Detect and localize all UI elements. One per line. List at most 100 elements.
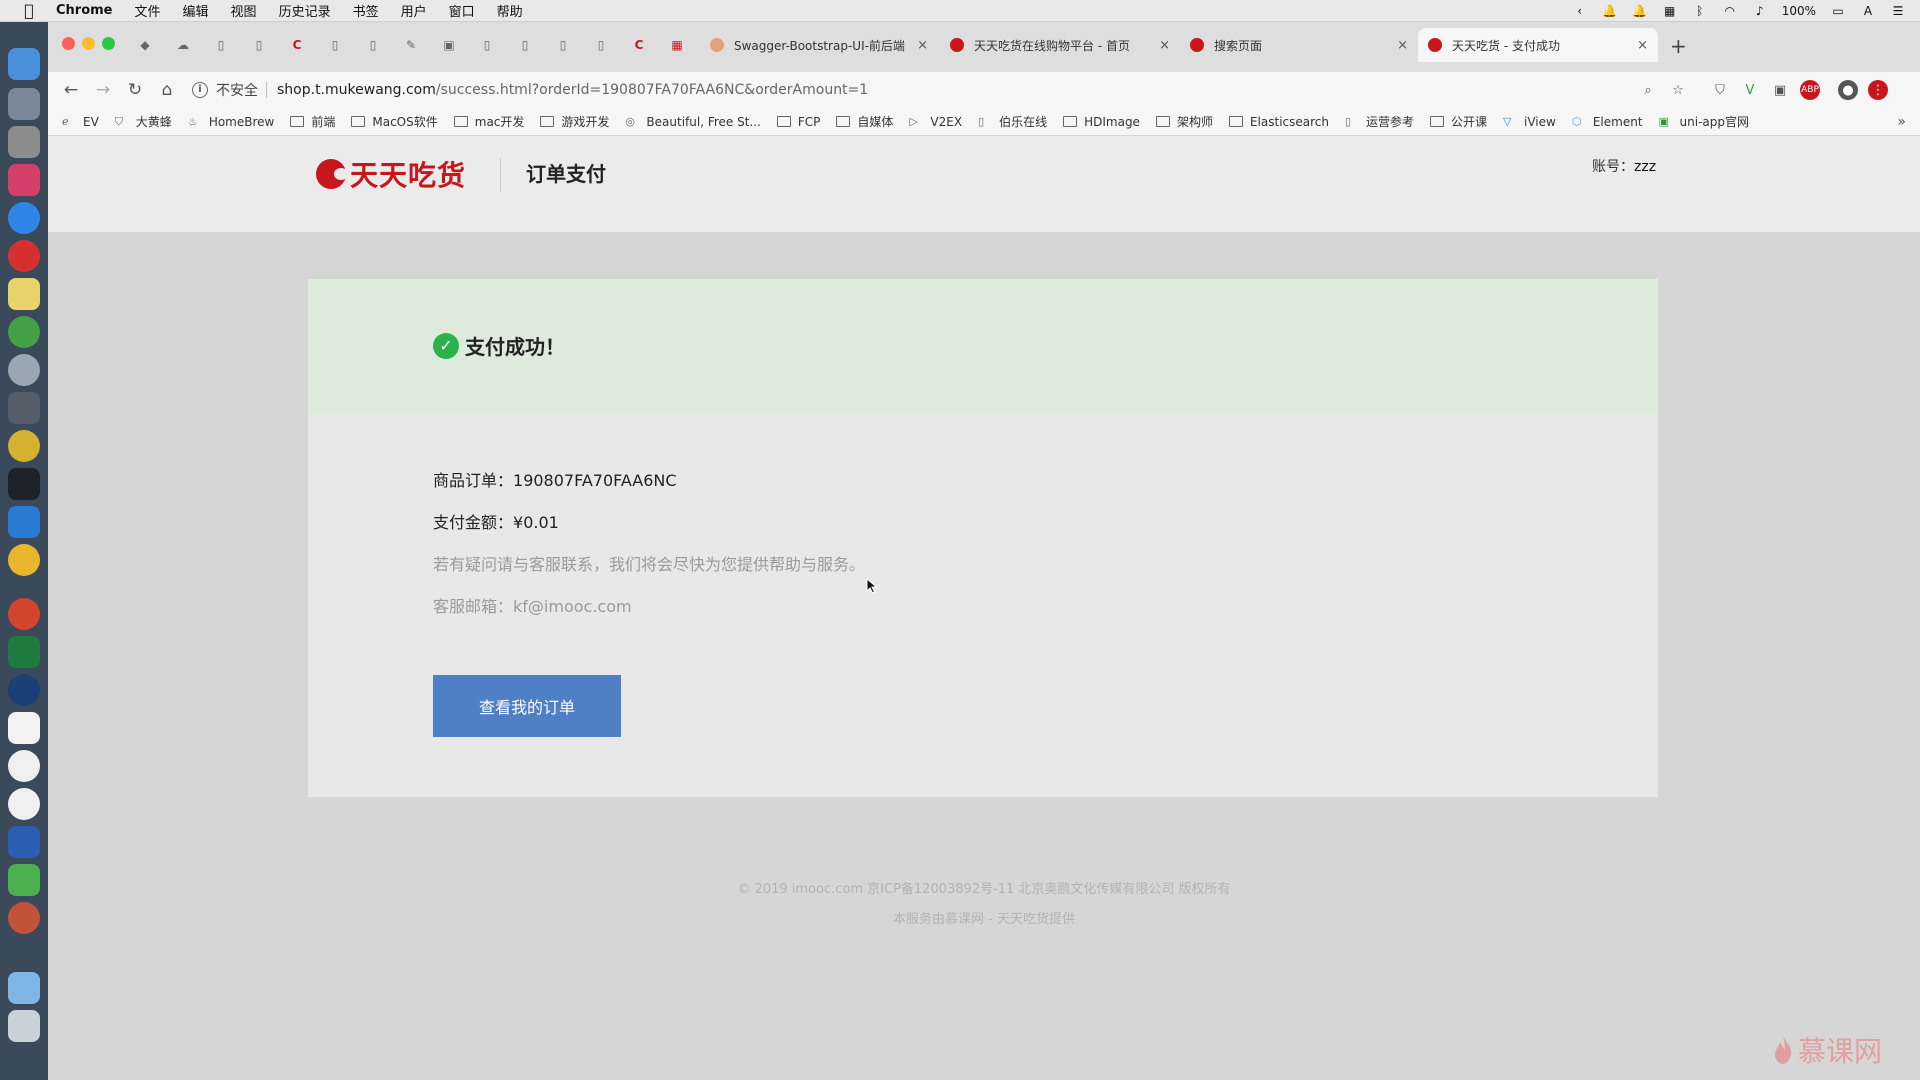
volume-icon[interactable]: ♪ xyxy=(1752,4,1768,18)
update-menu-icon[interactable]: ⋮ xyxy=(1868,80,1888,100)
minimize-window-button[interactable] xyxy=(82,37,95,50)
play-app-icon[interactable] xyxy=(8,864,40,896)
bookmark-uniapp[interactable]: ▣ uni-app官网 xyxy=(1659,113,1749,130)
word-icon[interactable] xyxy=(8,826,40,858)
new-tab-button[interactable]: + xyxy=(1670,34,1687,58)
tab-shop-home[interactable]: 天天吃货在线购物平台 - 首页 × xyxy=(940,28,1180,62)
extension-puzzle-icon[interactable]: ▣ xyxy=(1770,80,1790,100)
activity-monitor-icon[interactable] xyxy=(8,392,40,424)
bookmark-element[interactable]: ⬡ Element xyxy=(1572,115,1643,129)
excel-icon[interactable] xyxy=(8,636,40,668)
shield-extension-icon[interactable]: ⛉ xyxy=(1710,80,1730,100)
apple-menu-icon[interactable]:  xyxy=(20,1,38,20)
vscode-icon[interactable] xyxy=(8,506,40,538)
pinned-tab-doc-icon[interactable]: ▯ xyxy=(354,35,392,55)
profile-avatar-icon[interactable]: ● xyxy=(1838,80,1858,100)
bookmark-hdimage[interactable]: HDImage xyxy=(1063,115,1140,129)
menu-view[interactable]: 视图 xyxy=(231,1,257,20)
bookmark-beautiful[interactable]: ◎ Beautiful, Free St... xyxy=(625,115,760,129)
bookmark-jobbole[interactable]: ▯ 伯乐在线 xyxy=(978,113,1047,130)
tab-swagger[interactable]: Swagger-Bootstrap-UI-前后端 × xyxy=(700,28,938,62)
pinned-tab-bookmark-icon[interactable]: ◆ xyxy=(126,35,164,55)
notification-icon[interactable]: 🔔 xyxy=(1632,4,1648,18)
wifi-icon[interactable]: ◠ xyxy=(1722,4,1738,18)
site-info-icon[interactable]: i xyxy=(192,82,208,98)
menu-people[interactable]: 用户 xyxy=(401,1,427,20)
ultraedit-icon[interactable] xyxy=(8,430,40,462)
tab-search[interactable]: 搜索页面 × xyxy=(1180,28,1418,62)
powerpoint-icon[interactable] xyxy=(8,598,40,630)
app-store-icon[interactable] xyxy=(8,202,40,234)
reload-icon[interactable]: ↻ xyxy=(122,77,148,103)
keynote-icon[interactable] xyxy=(8,712,40,744)
pinned-tab-doc-icon[interactable]: ▯ xyxy=(582,35,620,55)
control-list-icon[interactable]: ☰ xyxy=(1890,4,1906,18)
mail-app-icon[interactable] xyxy=(8,240,40,272)
bookmark-frontend[interactable]: 前端 xyxy=(290,113,335,130)
pinned-tab-lock-icon[interactable]: ▣ xyxy=(430,35,468,55)
color-app-icon[interactable] xyxy=(8,902,40,934)
menu-bookmarks[interactable]: 书签 xyxy=(353,1,379,20)
bookmark-fcp[interactable]: FCP xyxy=(776,115,820,129)
menu-help[interactable]: 帮助 xyxy=(497,1,523,20)
battery-icon[interactable]: ▭ xyxy=(1830,4,1846,18)
pinned-tab-doc-icon[interactable]: ▯ xyxy=(202,35,240,55)
bookmark-homebrew[interactable]: ♨ HomeBrew xyxy=(188,115,275,129)
bookmark-operations[interactable]: ▯ 运营参考 xyxy=(1345,113,1414,130)
bookmark-ev[interactable]: ℯ EV xyxy=(62,115,99,129)
bookmark-hornet[interactable]: ⛉ 大黄蜂 xyxy=(115,113,172,130)
zoom-icon[interactable]: ⌕ xyxy=(1638,80,1658,100)
calendar-icon[interactable]: ▦ xyxy=(1662,4,1678,18)
zoom-window-button[interactable] xyxy=(102,37,115,50)
back-arrow-icon[interactable]: ← xyxy=(58,77,84,103)
adblock-icon[interactable]: ABP xyxy=(1800,80,1820,100)
evernote-icon[interactable] xyxy=(8,316,40,348)
pinned-tab-cloud-icon[interactable]: ☁ xyxy=(164,35,202,55)
pinned-tab-doc-icon[interactable]: ▯ xyxy=(506,35,544,55)
bookmark-self-media[interactable]: 自媒体 xyxy=(836,113,893,130)
bluetooth-icon[interactable]: ᛒ xyxy=(1692,4,1708,18)
trash-icon[interactable] xyxy=(8,1010,40,1042)
menu-file[interactable]: 文件 xyxy=(135,1,161,20)
account-name[interactable]: zzz xyxy=(1634,159,1656,175)
home-icon[interactable]: ⌂ xyxy=(154,77,180,103)
system-preferences-icon[interactable] xyxy=(8,126,40,158)
menu-edit[interactable]: 编辑 xyxy=(183,1,209,20)
bookmark-elasticsearch[interactable]: Elasticsearch xyxy=(1228,115,1329,129)
notes-icon[interactable] xyxy=(8,278,40,310)
pinned-tab-doc-icon[interactable]: ▯ xyxy=(240,35,278,55)
media-player-icon[interactable] xyxy=(8,674,40,706)
chrome-icon[interactable] xyxy=(8,544,40,576)
launchpad-icon[interactable] xyxy=(8,88,40,120)
pinned-tab-jian-icon[interactable]: ▦ xyxy=(658,35,696,55)
site-logo[interactable]: 天天吃货 xyxy=(316,154,466,194)
menu-history[interactable]: 历史记录 xyxy=(279,1,331,20)
qq-secondary-icon[interactable] xyxy=(8,788,40,820)
bookmarks-overflow-button[interactable]: » xyxy=(1897,114,1906,130)
qq-icon[interactable] xyxy=(8,750,40,782)
tab-payment-success[interactable]: 天天吃货 - 支付成功 × xyxy=(1418,28,1658,62)
menu-window[interactable]: 窗口 xyxy=(449,1,475,20)
bookmark-macos-software[interactable]: MacOS软件 xyxy=(351,113,438,130)
forward-arrow-icon[interactable]: → xyxy=(90,77,116,103)
view-my-orders-button[interactable]: 查看我的订单 xyxy=(433,675,621,737)
finder-icon[interactable] xyxy=(8,48,40,80)
intellij-icon[interactable] xyxy=(8,164,40,196)
tab-close-icon[interactable]: × xyxy=(1637,38,1648,53)
menu-app-name[interactable]: Chrome xyxy=(56,3,113,18)
bell-icon[interactable]: 🔔 xyxy=(1602,4,1618,18)
bookmark-v2ex[interactable]: ▷ V2EX xyxy=(909,115,962,129)
address-bar[interactable]: i 不安全 shop.t.mukewang.com/success.html?o… xyxy=(192,76,1668,104)
star-bookmark-icon[interactable]: ☆ xyxy=(1668,80,1688,100)
bookmark-architect[interactable]: 架构师 xyxy=(1155,113,1213,130)
bookmark-game-dev[interactable]: 游戏开发 xyxy=(540,113,609,130)
bookmark-mac-dev[interactable]: mac开发 xyxy=(453,113,524,130)
bookmark-open-course[interactable]: 公开课 xyxy=(1430,113,1487,130)
pinned-tab-doc-icon[interactable]: ▯ xyxy=(468,35,506,55)
pinned-tab-doc-icon[interactable]: ▯ xyxy=(544,35,582,55)
pinned-tab-tool-icon[interactable]: ✎ xyxy=(392,35,430,55)
tab-close-icon[interactable]: × xyxy=(1159,38,1170,53)
terminal-icon[interactable] xyxy=(8,468,40,500)
tab-close-icon[interactable]: × xyxy=(1397,38,1408,53)
downloads-folder-icon[interactable] xyxy=(8,972,40,1004)
